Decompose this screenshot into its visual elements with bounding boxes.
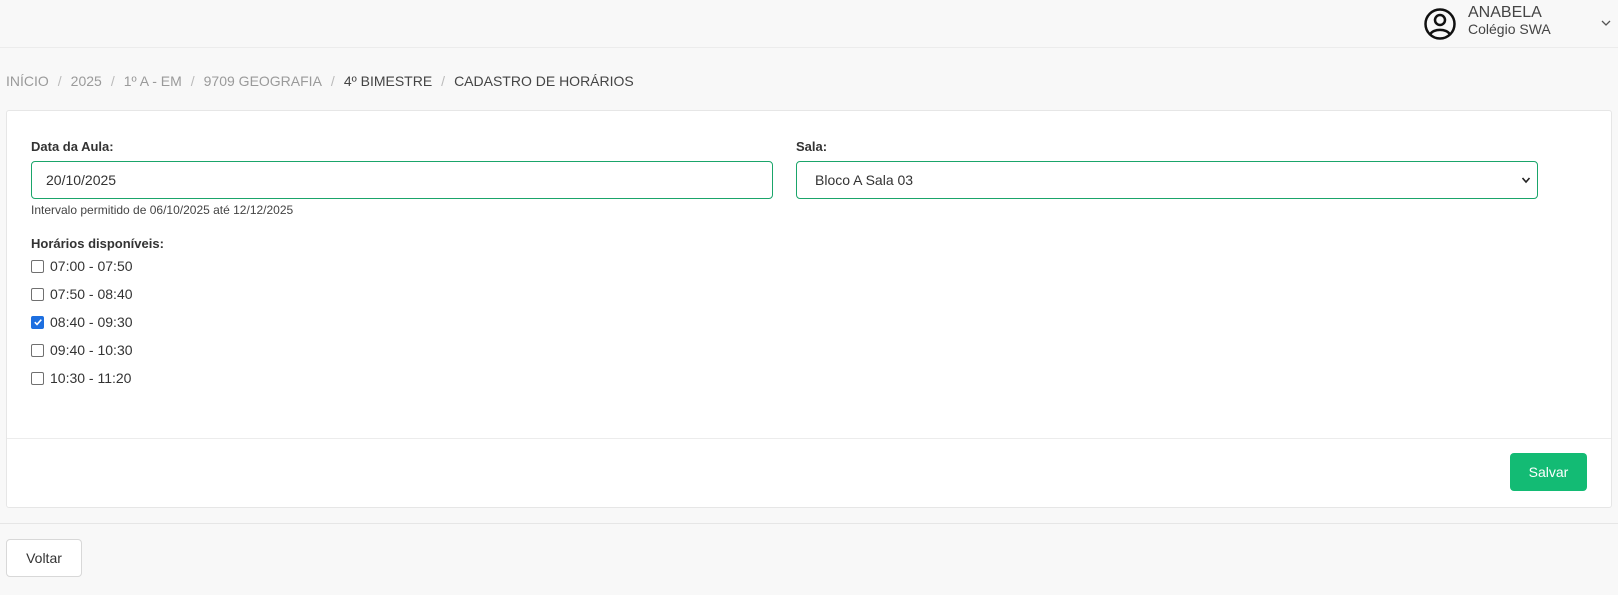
slot-checkbox[interactable] [31,315,44,329]
slot-label: 10:30 - 11:20 [50,370,132,386]
breadcrumb-current: CADASTRO DE HORÁRIOS [454,73,634,89]
chevron-down-icon[interactable] [1600,17,1612,29]
slot-checkbox[interactable] [31,287,44,301]
user-name: ANABELA [1468,4,1542,21]
breadcrumb: INÍCIO / 2025 / 1º A - EM / 9709 GEOGRAF… [6,73,634,89]
slot-checkbox[interactable] [31,371,44,385]
slot-option[interactable]: 09:40 - 10:30 [31,341,133,359]
user-school: Colégio SWA [1468,21,1551,37]
card-footer-divider [7,438,1611,439]
user-menu[interactable]: ANABELA Colégio SWA [1423,5,1618,41]
room-select[interactable]: Bloco A Sala 03 [796,161,1538,199]
room-select-value: Bloco A Sala 03 [815,172,914,188]
breadcrumb-separator: / [190,73,195,89]
slot-label: 09:40 - 10:30 [50,342,133,358]
breadcrumb-class[interactable]: 1º A - EM [124,73,182,89]
slots-label: Horários disponíveis: [31,236,164,251]
slot-label: 08:40 - 09:30 [50,314,133,330]
breadcrumb-separator: / [330,73,335,89]
date-field[interactable] [31,161,773,199]
save-button[interactable]: Salvar [1510,453,1587,491]
top-bar: ANABELA Colégio SWA [0,0,1618,48]
chevron-down-icon [1521,177,1531,184]
slot-option[interactable]: 07:50 - 08:40 [31,285,133,303]
date-hint: Intervalo permitido de 06/10/2025 até 12… [31,203,294,217]
breadcrumb-inicio[interactable]: INÍCIO [6,73,49,89]
breadcrumb-separator: / [57,73,62,89]
slot-option[interactable]: 07:00 - 07:50 [31,257,133,275]
slot-checkbox[interactable] [31,259,44,273]
slot-checkbox[interactable] [31,343,44,357]
slot-label: 07:00 - 07:50 [50,258,133,274]
slot-label: 07:50 - 08:40 [50,286,133,302]
check-icon [33,319,42,326]
schedule-form-card: Data da Aula: Intervalo permitido de 06/… [6,110,1612,508]
breadcrumb-separator: / [441,73,446,89]
back-button[interactable]: Voltar [6,539,82,577]
slot-option[interactable]: 08:40 - 09:30 [31,313,133,331]
breadcrumb-year[interactable]: 2025 [71,73,102,89]
breadcrumb-term[interactable]: 4º BIMESTRE [344,73,432,89]
breadcrumb-subject[interactable]: 9709 GEOGRAFIA [204,73,322,89]
page-divider [0,523,1618,524]
slot-option[interactable]: 10:30 - 11:20 [31,369,131,387]
user-circle-icon [1424,8,1456,40]
room-label: Sala: [796,139,828,154]
date-label: Data da Aula: [31,139,114,154]
breadcrumb-separator: / [110,73,115,89]
